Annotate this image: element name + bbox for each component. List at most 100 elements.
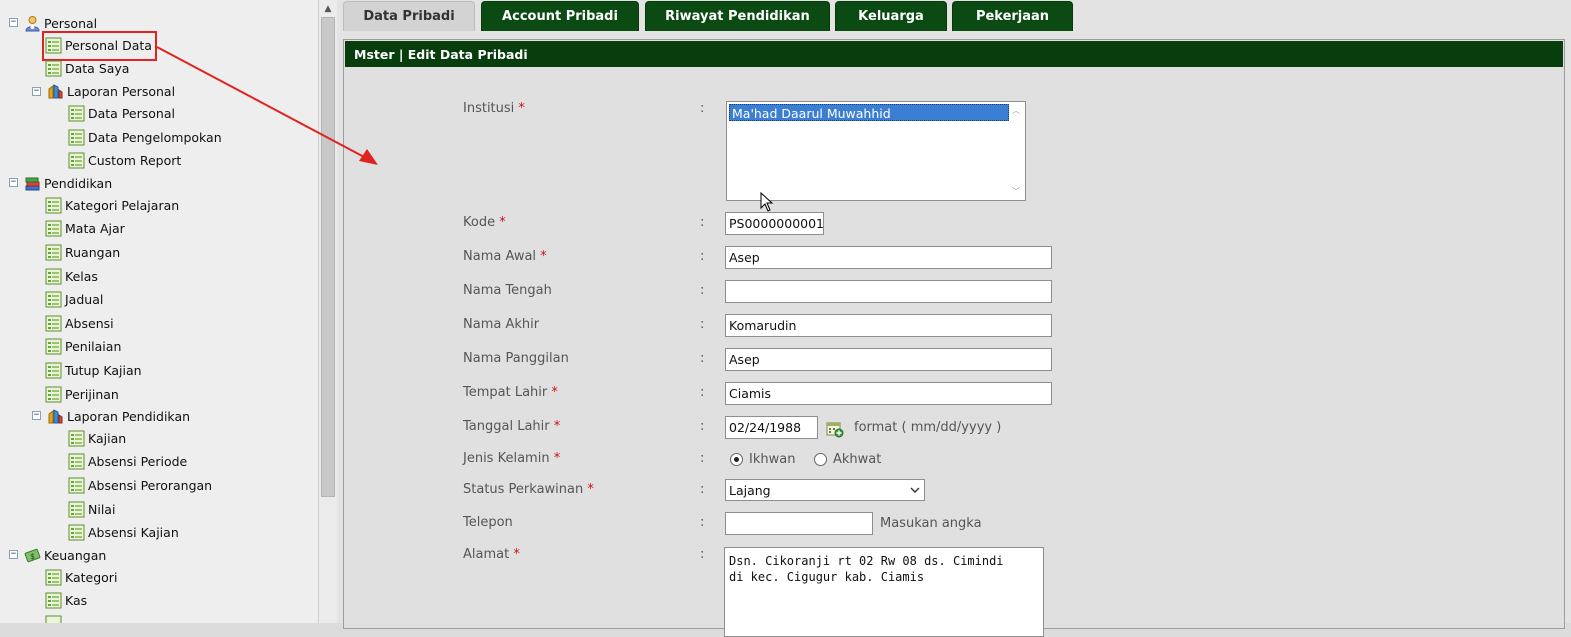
- tree-item-mata-ajar[interactable]: Mata Ajar: [45, 217, 125, 239]
- tree-item-absensi-kajian[interactable]: Absensi Kajian: [68, 521, 179, 543]
- tree-item-data-saya[interactable]: Data Saya: [45, 57, 129, 79]
- collapse-pendidikan-toggle[interactable]: −: [9, 178, 18, 187]
- collapse-laporan-pendidikan-toggle[interactable]: −: [32, 411, 41, 420]
- tree-item-label: Data Personal: [88, 105, 175, 121]
- tree-item-absensi[interactable]: Absensi: [45, 312, 114, 334]
- mouse-cursor-icon: [760, 192, 774, 212]
- tab-riwayat-pendidikan[interactable]: Riwayat Pendidikan: [645, 1, 830, 31]
- tree-item-partial: [45, 612, 65, 623]
- collapse-laporan-personal-toggle[interactable]: −: [32, 87, 41, 96]
- tree-item-label: Data Pengelompokan: [88, 129, 222, 145]
- ikhwan-radio[interactable]: [730, 453, 743, 466]
- tab-account-pribadi[interactable]: Account Pribadi: [481, 1, 639, 31]
- tree-item-label: Kelas: [65, 268, 98, 284]
- tree-item-label: Kajian: [88, 430, 127, 446]
- kode-input[interactable]: PS0000000001: [725, 212, 824, 235]
- tree-item-label: Jadual: [65, 291, 104, 307]
- colon: :: [700, 385, 705, 400]
- collapse-personal-toggle[interactable]: −: [9, 18, 18, 27]
- tree-item-kajian[interactable]: Kajian: [68, 427, 126, 449]
- tree-item-perijinan[interactable]: Perijinan: [45, 383, 119, 405]
- tree-item-penilaian[interactable]: Penilaian: [45, 335, 121, 357]
- nama-panggilan-input[interactable]: Asep: [725, 348, 1052, 371]
- tab-pekerjaan[interactable]: Pekerjaan: [952, 1, 1073, 31]
- tanggal-lahir-format-hint: format ( mm/dd/yyyy ): [854, 420, 1002, 435]
- institusi-listbox[interactable]: Ma'had Daarul Muwahhid ︿ ﹀: [726, 101, 1026, 212]
- tree-item-pendidikan[interactable]: Pendidikan: [24, 172, 112, 194]
- collapse-keuangan-toggle[interactable]: −: [9, 550, 18, 559]
- colon: :: [700, 215, 705, 230]
- table-document-icon: [45, 338, 62, 355]
- alamat-label: Alamat *: [463, 547, 520, 562]
- nama-awal-input[interactable]: Asep: [725, 246, 1052, 269]
- tree-item-ruangan[interactable]: Ruangan: [45, 241, 120, 263]
- table-document-icon: [45, 569, 62, 586]
- tempat-lahir-input[interactable]: Ciamis: [725, 382, 1052, 405]
- scroll-up-icon[interactable]: ︿: [1012, 105, 1020, 116]
- nama-awal-label: Nama Awal *: [463, 249, 547, 264]
- tanggal-lahir-input[interactable]: 02/24/1988: [725, 416, 818, 439]
- tree-item-kategori-pelajaran[interactable]: Kategori Pelajaran: [45, 194, 179, 216]
- person-icon: [24, 15, 41, 32]
- telepon-input[interactable]: [725, 512, 873, 535]
- jenis-kelamin-label: Jenis Kelamin *: [463, 451, 561, 466]
- tree-item-absensi-perorangan[interactable]: Absensi Perorangan: [68, 474, 212, 496]
- table-document-icon: [68, 477, 85, 494]
- tree-item-custom-report[interactable]: Custom Report: [68, 149, 181, 171]
- table-document-icon: [45, 268, 62, 285]
- tree-item-jadual[interactable]: Jadual: [45, 288, 103, 310]
- tree-item-label: Kategori Pelajaran: [65, 197, 180, 213]
- panel-title: Mster | Edit Data Pribadi: [345, 41, 1563, 67]
- scrollbar-thumb[interactable]: [321, 17, 335, 497]
- edit-data-pribadi-panel: Mster | Edit Data Pribadi Institusi * : …: [343, 39, 1565, 637]
- scroll-up-arrow-icon[interactable]: ▲: [319, 0, 337, 17]
- tree-item-kelas[interactable]: Kelas: [45, 265, 98, 287]
- tree-item-tutup-kajian[interactable]: Tutup Kajian: [45, 359, 142, 381]
- tree-item-absensi-periode[interactable]: Absensi Periode: [68, 450, 187, 472]
- calendar-icon[interactable]: [826, 420, 844, 438]
- tree-item-label: Data Saya: [65, 60, 130, 76]
- nama-akhir-label: Nama Akhir: [463, 317, 540, 332]
- status-perkawinan-label: Status Perkawinan *: [463, 482, 594, 497]
- tree-item-kategori[interactable]: Kategori: [45, 566, 117, 588]
- tree-item-data-personal[interactable]: Data Personal: [68, 102, 175, 124]
- table-document-icon: [45, 362, 62, 379]
- tree-item-keuangan[interactable]: $ Keuangan: [24, 544, 106, 566]
- tree-item-label: Mata Ajar: [65, 220, 125, 236]
- sidebar-scrollbar[interactable]: ▲: [318, 0, 337, 623]
- tab-data-pribadi[interactable]: Data Pribadi: [343, 1, 475, 31]
- table-document-icon: [45, 386, 62, 403]
- tree-item-laporan-pendidikan[interactable]: Laporan Pendidikan: [47, 405, 190, 427]
- kode-label: Kode *: [463, 215, 506, 230]
- table-document-icon: [45, 197, 62, 214]
- status-perkawinan-select[interactable]: Lajang: [725, 479, 925, 501]
- tree-item-laporan-personal[interactable]: Laporan Personal: [47, 80, 175, 102]
- tree-item-nilai[interactable]: Nilai: [68, 498, 115, 520]
- tree-item-label: Kas: [65, 592, 88, 608]
- nama-tengah-input[interactable]: [725, 280, 1052, 303]
- listbox-scrollbar[interactable]: ︿ ﹀: [1009, 103, 1024, 199]
- main-content: Data Pribadi Account Pribadi Riwayat Pen…: [337, 0, 1571, 637]
- nama-panggilan-label: Nama Panggilan: [463, 351, 569, 366]
- tree-item-label: Custom Report: [88, 152, 182, 168]
- table-document-icon: [45, 291, 62, 308]
- table-document-icon: [68, 501, 85, 518]
- tab-keluarga[interactable]: Keluarga: [835, 1, 947, 31]
- akhwat-radio[interactable]: [814, 453, 827, 466]
- ikhwan-radio-label[interactable]: Ikhwan: [749, 452, 795, 467]
- table-document-icon: [68, 524, 85, 541]
- tree-item-data-pengelompokan[interactable]: Data Pengelompokan: [68, 126, 222, 148]
- colon: :: [700, 249, 705, 264]
- money-icon: $: [24, 547, 41, 564]
- tree-item-label: Absensi Kajian: [88, 524, 179, 540]
- tree-item-label: Tutup Kajian: [65, 362, 142, 378]
- scroll-down-icon[interactable]: ﹀: [1012, 186, 1020, 197]
- colon: :: [700, 101, 705, 116]
- alamat-textarea[interactable]: Dsn. Cikoranji rt 02 Rw 08 ds. Cimindi d…: [724, 547, 1044, 637]
- tree-item-kas[interactable]: Kas: [45, 589, 87, 611]
- akhwat-radio-label[interactable]: Akhwat: [833, 452, 881, 467]
- nama-akhir-input[interactable]: Komarudin: [725, 314, 1052, 337]
- table-document-icon: [45, 315, 62, 332]
- institusi-selected-option[interactable]: Ma'had Daarul Muwahhid: [729, 104, 1009, 121]
- tree-item-label: Perijinan: [65, 386, 119, 402]
